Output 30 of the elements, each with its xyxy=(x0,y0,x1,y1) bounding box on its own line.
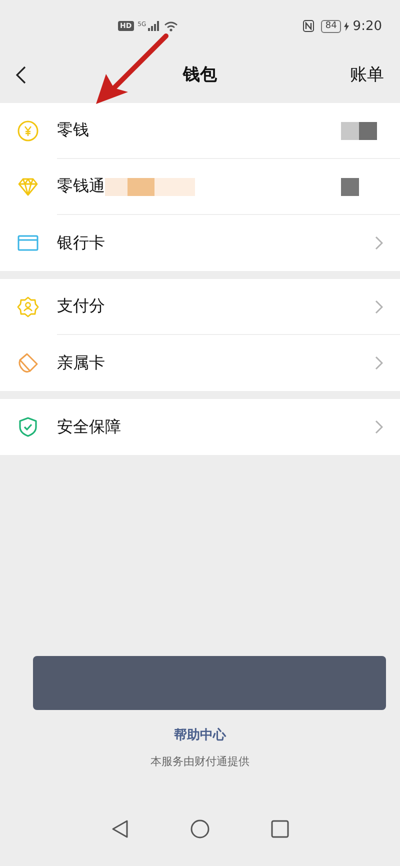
menu-item-label: 零钱通 xyxy=(57,176,105,197)
coin-icon xyxy=(17,120,39,142)
menu-item-label: 安全保障 xyxy=(57,416,121,438)
menu-item[interactable]: 零钱通 xyxy=(0,159,400,215)
page-title: 钱包 xyxy=(182,64,218,86)
menu-item-label: 支付分 xyxy=(57,296,105,317)
menu-item[interactable]: 支付分 xyxy=(0,279,400,335)
battery-indicator: 84 xyxy=(321,20,341,32)
wifi-icon xyxy=(164,20,178,32)
badge-icon xyxy=(17,296,39,318)
menu-item-label: 零钱 xyxy=(57,120,89,141)
status-time: 9:20 xyxy=(352,18,382,34)
menu-item[interactable]: 银行卡 xyxy=(0,215,400,271)
charging-icon xyxy=(344,22,349,30)
nfc-icon xyxy=(303,20,314,32)
menu-item[interactable]: 亲属卡 xyxy=(0,335,400,391)
service-note: 本服务由财付通提供 xyxy=(150,754,250,769)
menu-item-label: 银行卡 xyxy=(57,232,105,254)
menu-item[interactable]: 零钱 xyxy=(0,103,400,159)
back-nav-icon xyxy=(110,819,129,839)
back-button[interactable] xyxy=(14,64,28,86)
diamond-icon xyxy=(17,176,39,198)
bill-button[interactable]: 账单 xyxy=(350,63,384,86)
shield-icon xyxy=(17,416,39,438)
help-center-link[interactable]: 帮助中心 xyxy=(174,726,226,744)
home-nav-icon xyxy=(190,819,210,839)
menu-item-label: 亲属卡 xyxy=(57,352,105,374)
tilted-card-icon xyxy=(17,352,39,374)
menu-item[interactable]: 安全保障 xyxy=(0,399,400,455)
recents-nav-icon xyxy=(271,820,290,838)
